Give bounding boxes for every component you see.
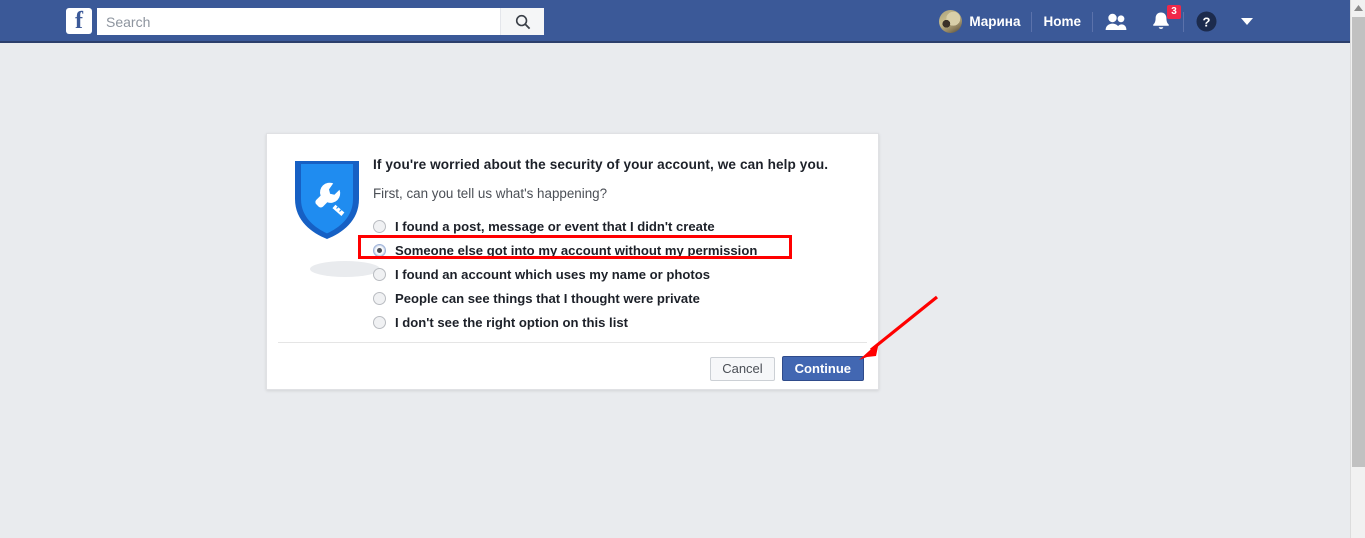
dialog-body: If you're worried about the security of … (373, 157, 860, 334)
home-label: Home (1043, 14, 1081, 29)
option-row-3[interactable]: I found an account which uses my name or… (373, 262, 860, 286)
option-label-3: I found an account which uses my name or… (395, 266, 711, 282)
profile-name-label: Марина (969, 14, 1021, 29)
option-row-4[interactable]: People can see things that I thought wer… (373, 286, 860, 310)
option-label-4: People can see things that I thought wer… (395, 290, 700, 306)
facebook-top-navigation-bar: f Марина Home (0, 0, 1350, 43)
top-bar-right-group: Марина Home 3 ? (928, 0, 1265, 43)
profile-link[interactable]: Марина (928, 0, 1031, 43)
cancel-button[interactable]: Cancel (710, 356, 775, 381)
chevron-down-icon (1241, 18, 1253, 25)
search-submit-button[interactable] (500, 8, 544, 35)
chevron-up-icon (1353, 5, 1363, 11)
dialog-subline: First, can you tell us what's happening? (373, 186, 608, 201)
option-row-5[interactable]: I don't see the right option on this lis… (373, 310, 860, 334)
radio-option-1[interactable] (373, 219, 386, 233)
scrollbar-up-arrow[interactable] (1351, 0, 1365, 16)
radio-option-3[interactable] (373, 267, 386, 281)
account-menu-button[interactable] (1229, 0, 1265, 43)
avatar (939, 10, 963, 33)
option-row-1[interactable]: I found a post, message or event that I … (373, 214, 860, 238)
shield-wrench-icon (291, 156, 380, 277)
search-box[interactable] (97, 8, 544, 35)
svg-text:?: ? (1203, 14, 1211, 29)
dialog-divider (278, 342, 867, 343)
friend-requests-icon (1105, 13, 1127, 30)
option-label-1: I found a post, message or event that I … (395, 218, 715, 234)
help-question-icon: ? (1196, 11, 1217, 32)
facebook-logo-icon[interactable]: f (66, 8, 92, 34)
shield-shadow (310, 261, 380, 277)
page-scrollbar[interactable] (1350, 0, 1365, 538)
home-link[interactable]: Home (1032, 0, 1092, 43)
search-input[interactable] (97, 8, 500, 35)
option-label-2: Someone else got into my account without… (395, 242, 758, 258)
friend-requests-button[interactable] (1093, 0, 1139, 43)
dialog-headline: If you're worried about the security of … (373, 157, 829, 172)
search-icon (515, 14, 530, 29)
radio-option-4[interactable] (373, 291, 386, 305)
scrollbar-thumb[interactable] (1352, 17, 1365, 467)
continue-button[interactable]: Continue (781, 356, 864, 381)
option-row-2[interactable]: Someone else got into my account without… (373, 238, 860, 262)
notifications-button[interactable]: 3 (1139, 0, 1183, 43)
radio-option-2[interactable] (373, 243, 386, 257)
account-security-dialog: If you're worried about the security of … (266, 133, 879, 390)
notifications-badge: 3 (1167, 5, 1181, 19)
option-label-5: I don't see the right option on this lis… (395, 314, 628, 330)
help-button[interactable]: ? (1184, 0, 1229, 43)
dialog-button-row: Cancel Continue (710, 356, 864, 381)
radio-option-5[interactable] (373, 315, 386, 329)
